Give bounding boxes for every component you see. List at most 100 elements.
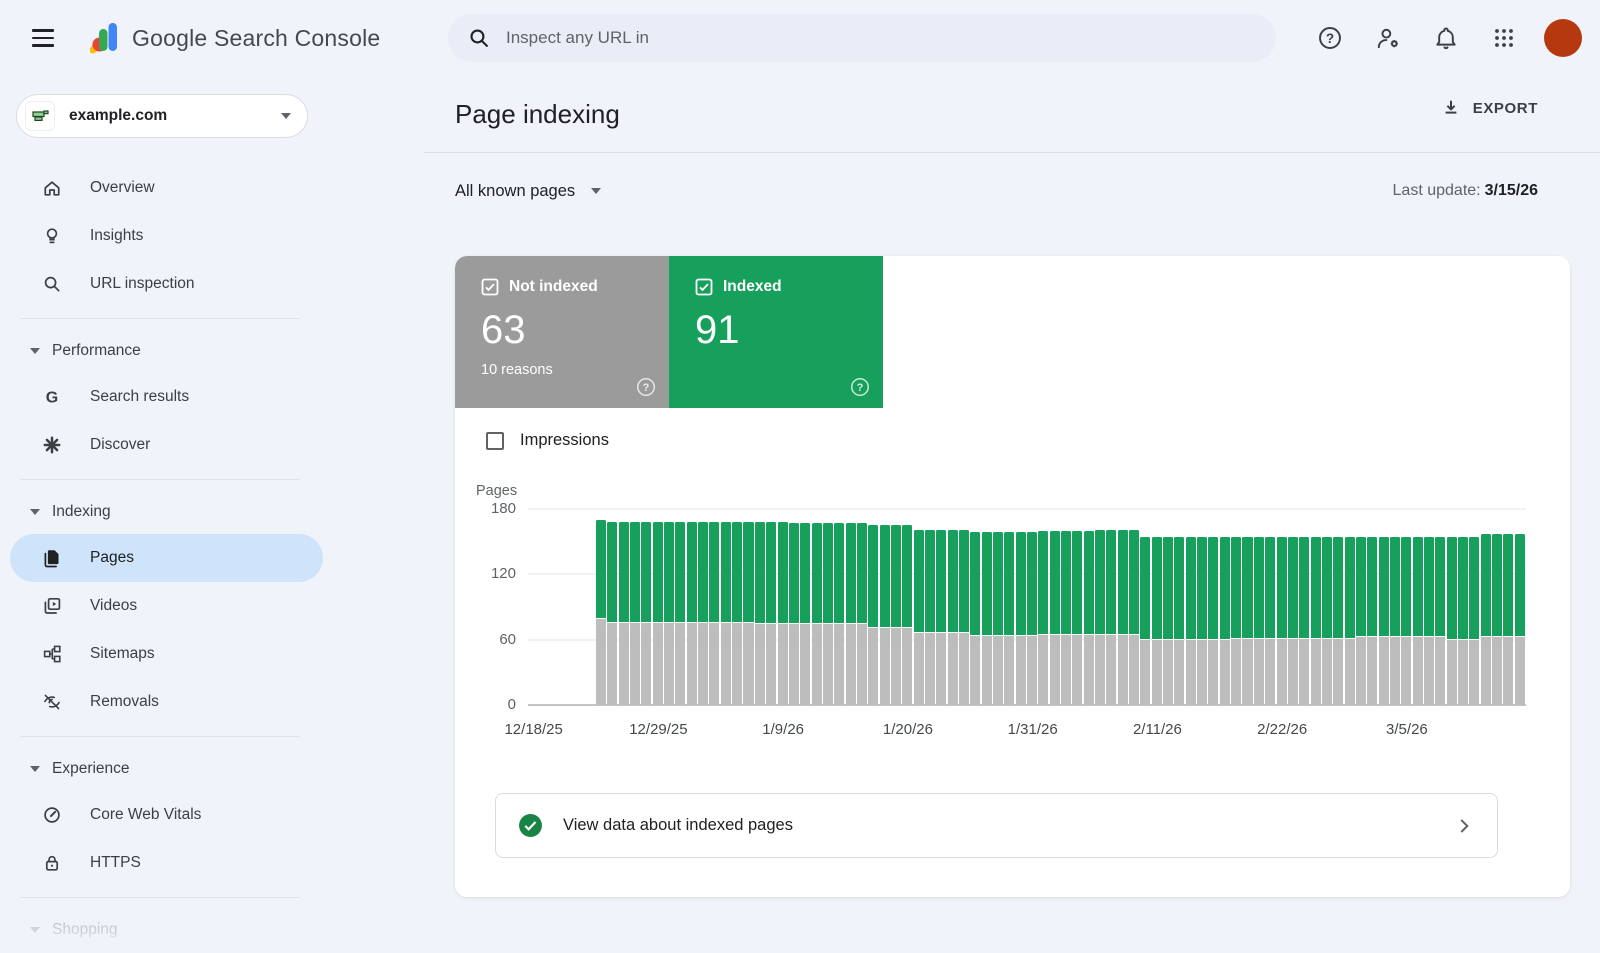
page-indexing-panel: Not indexed 63 10 reasons ? Indexed 91 (455, 256, 1570, 897)
chart-bar (1503, 509, 1514, 705)
status-cards: Not indexed 63 10 reasons ? Indexed 91 (455, 256, 1570, 408)
property-favicon-icon (25, 101, 55, 131)
property-selector[interactable]: example.com (16, 94, 308, 138)
chart-bar (709, 509, 720, 705)
chart-x-tick-label: 2/11/26 (1133, 721, 1182, 738)
sidebar-item-core-web-vitals[interactable]: Core Web Vitals (0, 791, 313, 839)
sidebar-item-url-inspection[interactable]: URL inspection (0, 260, 313, 308)
chart-bar (1413, 509, 1424, 705)
chart-bar (1152, 509, 1163, 705)
chart-bar (1095, 509, 1106, 705)
chart-bar (1379, 509, 1390, 705)
help-icon[interactable]: ? (849, 376, 871, 398)
chart-bar (1254, 509, 1265, 705)
search-icon (42, 274, 62, 294)
svg-text:?: ? (643, 382, 650, 394)
divider (20, 318, 300, 319)
chart-bar (664, 509, 675, 705)
chart-bar (755, 509, 766, 705)
help-icon[interactable]: ? (635, 376, 657, 398)
indexed-card[interactable]: Indexed 91 ? (669, 256, 883, 408)
chevron-down-icon (591, 188, 601, 194)
chart-bar (1242, 509, 1253, 705)
chart-bar (789, 509, 800, 705)
divider (424, 152, 1600, 153)
sidebar-item-pages[interactable]: Pages (10, 534, 323, 582)
section-label: Experience (52, 760, 130, 778)
sidebar-item-discover[interactable]: Discover (0, 421, 313, 469)
chart-bar (1345, 509, 1356, 705)
sidebar-item-overview[interactable]: Overview (0, 164, 313, 212)
chart-bar (1492, 509, 1503, 705)
chart-bar (1004, 509, 1015, 705)
sidebar-item-label: Pages (90, 549, 134, 567)
chart-bar (902, 509, 913, 705)
chart-bar (1447, 509, 1458, 705)
search-console-logo-icon (90, 21, 118, 55)
chevron-down-icon (281, 113, 291, 119)
export-button[interactable]: EXPORT (1441, 98, 1538, 118)
chart-bar (607, 509, 618, 705)
search-input[interactable] (506, 28, 1256, 48)
sidebar-item-videos[interactable]: Videos (0, 582, 313, 630)
chart-y-axis-title: Pages (476, 483, 517, 499)
home-icon (42, 178, 62, 198)
not-indexed-card[interactable]: Not indexed 63 10 reasons ? (455, 256, 669, 408)
notifications-bell-icon[interactable] (1424, 16, 1468, 60)
page-filter-dropdown[interactable]: All known pages (455, 182, 601, 201)
chart-bar (823, 509, 834, 705)
chart-bar (880, 509, 891, 705)
apps-grid-icon[interactable] (1482, 16, 1526, 60)
app-logo: Google Search Console (90, 21, 380, 55)
sidebar: example.com Overview Insights URL inspec… (0, 76, 424, 953)
menu-icon[interactable] (20, 15, 66, 61)
chart-bar (1265, 509, 1276, 705)
chart-bar (1208, 509, 1219, 705)
search-icon (468, 27, 490, 49)
chart-bar (1367, 509, 1378, 705)
chart-bar (1140, 509, 1151, 705)
sidebar-item-removals[interactable]: Removals (0, 678, 313, 726)
chart-bar (891, 509, 902, 705)
sidebar-item-label: Overview (90, 179, 155, 197)
google-g-icon: G (42, 387, 62, 407)
section-indexing[interactable]: Indexing (0, 490, 424, 534)
chart-bar (743, 509, 754, 705)
sidebar-item-search-results[interactable]: G Search results (0, 373, 313, 421)
sidebar-item-insights[interactable]: Insights (0, 212, 313, 260)
chart-bar (1515, 509, 1526, 705)
section-performance[interactable]: Performance (0, 329, 424, 373)
svg-text:G: G (46, 389, 58, 406)
help-icon[interactable]: ? (1308, 16, 1352, 60)
chart-bar (1277, 509, 1288, 705)
chart-bar (687, 509, 698, 705)
user-settings-icon[interactable] (1366, 16, 1410, 60)
chart-bar (914, 509, 925, 705)
svg-text:?: ? (857, 382, 864, 394)
sidebar-item-sitemaps[interactable]: Sitemaps (0, 630, 313, 678)
asterisk-icon (42, 435, 62, 455)
sidebar-item-https[interactable]: HTTPS (0, 839, 313, 887)
chart-bar (1390, 509, 1401, 705)
chart-bar (1469, 509, 1480, 705)
chart-bar (1356, 509, 1367, 705)
filter-selected-value: All known pages (455, 182, 575, 201)
impressions-toggle[interactable]: Impressions (486, 431, 609, 450)
url-inspection-searchbar[interactable] (448, 14, 1276, 62)
chart-bar (1288, 509, 1299, 705)
section-experience[interactable]: Experience (0, 747, 424, 791)
chart-bar (1163, 509, 1174, 705)
header-actions: ? (1308, 0, 1582, 76)
sidebar-item-label: URL inspection (90, 275, 195, 293)
avatar[interactable] (1544, 19, 1582, 57)
section-shopping[interactable]: Shopping (0, 908, 424, 952)
chart-bar (1027, 509, 1038, 705)
view-indexed-data-button[interactable]: View data about indexed pages (495, 793, 1498, 858)
chart-bar (982, 509, 993, 705)
collapse-arrow-icon (30, 509, 40, 515)
chart-bar (812, 509, 823, 705)
card-label: Not indexed (509, 278, 598, 296)
page-title: Page indexing (455, 99, 620, 130)
chart-bar (1481, 509, 1492, 705)
unchecked-checkbox-icon[interactable] (486, 432, 504, 450)
